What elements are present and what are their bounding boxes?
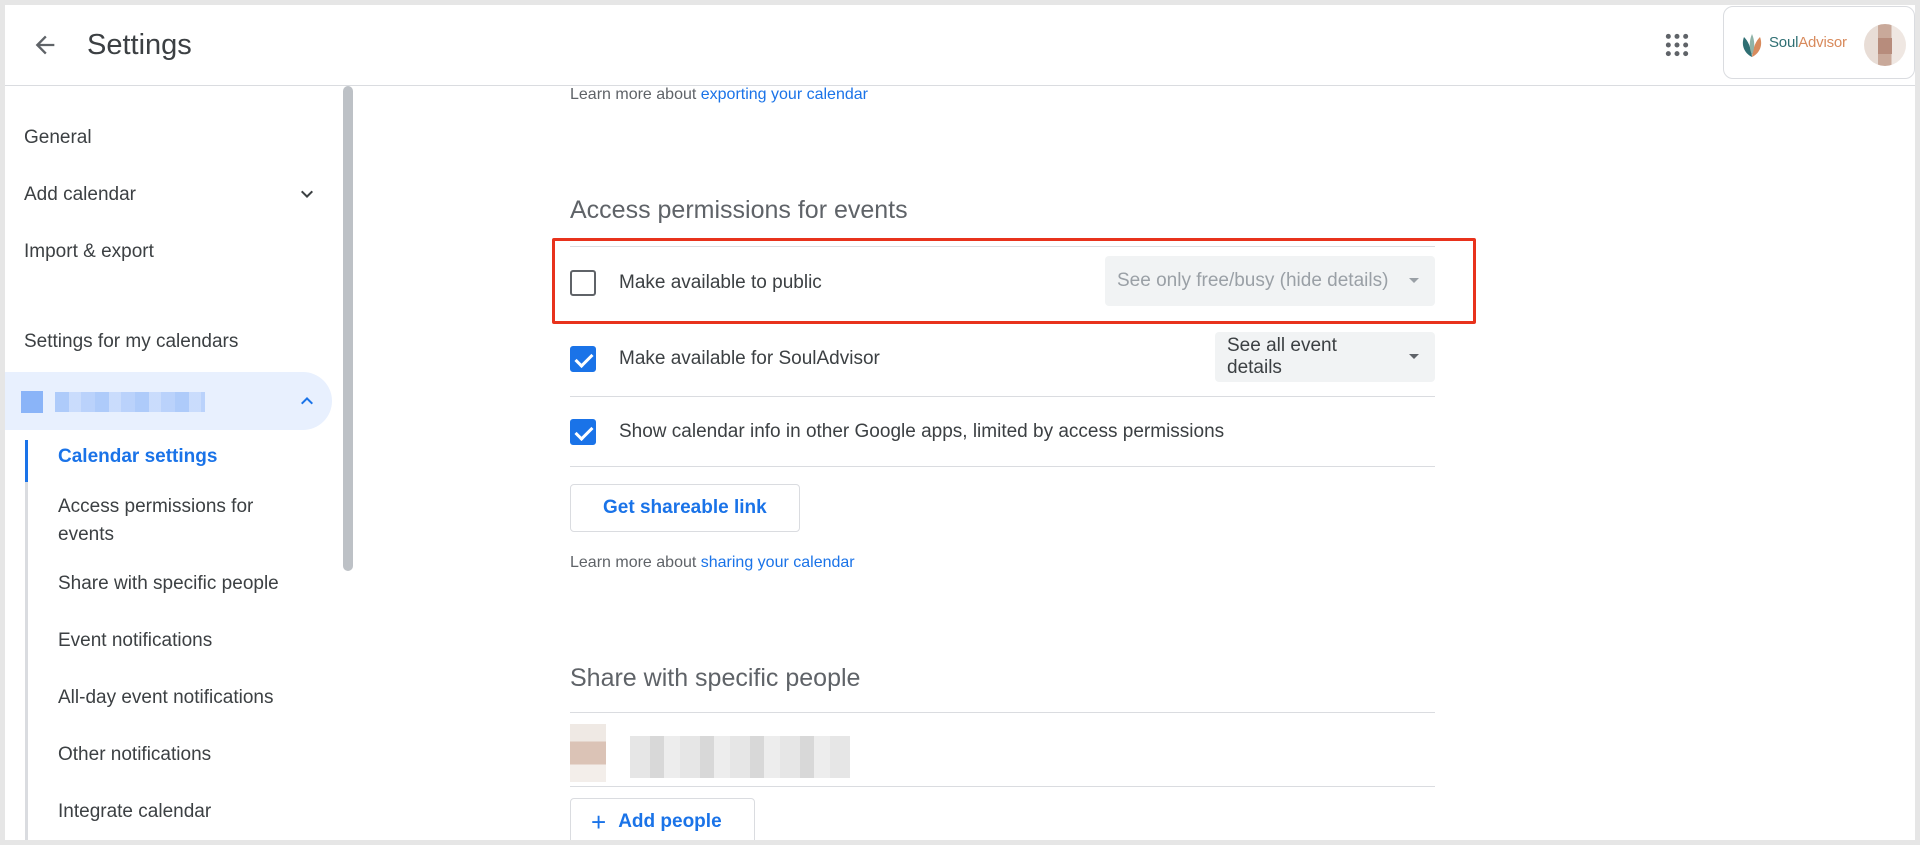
sidebar-section-heading: Settings for my calendars	[24, 331, 239, 352]
sidebar-subitem-integrate-calendar[interactable]: Integrate calendar	[58, 798, 298, 826]
calendar-name-redacted	[55, 392, 205, 412]
add-people-button[interactable]: + Add people	[570, 798, 755, 840]
org-access-row: Make available for SoulAdvisor See all e…	[570, 332, 1435, 384]
export-calendar-link[interactable]: exporting your calendar	[701, 86, 868, 103]
sidebar-subitem-calendar-settings[interactable]: Calendar settings	[58, 443, 298, 471]
org-access-label: Make available for SoulAdvisor	[619, 348, 880, 369]
google-apps-checkbox[interactable]	[570, 419, 596, 445]
sidebar-item-my-calendar[interactable]	[5, 372, 332, 430]
export-learn-more: Learn more about exporting your calendar	[570, 86, 868, 103]
sidebar-subitem-share-specific[interactable]: Share with specific people	[58, 570, 298, 598]
google-apps-button[interactable]	[1655, 23, 1699, 67]
google-apps-label: Show calendar info in other Google apps,…	[619, 421, 1225, 442]
sub-nav-active-indicator	[25, 440, 28, 482]
apps-grid-icon	[1665, 33, 1689, 57]
divider	[570, 396, 1435, 397]
org-access-select[interactable]: See all event details	[1215, 332, 1435, 382]
highlight-box	[552, 238, 1476, 324]
arrow-left-icon	[35, 35, 55, 55]
sidebar-subitem-access-permissions[interactable]: Access permissions for events	[58, 493, 298, 549]
sharing-calendar-link[interactable]: sharing your calendar	[701, 554, 855, 571]
avatar[interactable]	[1864, 24, 1906, 66]
get-shareable-link-button[interactable]: Get shareable link	[570, 484, 800, 532]
sidebar-item-general[interactable]: General	[24, 126, 92, 150]
chevron-down-icon[interactable]	[295, 182, 319, 206]
account-switcher[interactable]: SoulAdvisor	[1723, 6, 1915, 79]
sidebar-subitem-other-notifications[interactable]: Other notifications	[58, 741, 298, 769]
sub-nav-track	[25, 440, 28, 840]
settings-sidebar: General Add calendar Import & export Set…	[5, 86, 353, 840]
back-button[interactable]	[23, 23, 67, 67]
top-bar: Settings SoulAdvisor	[5, 5, 1915, 86]
person-name-redacted	[630, 736, 850, 778]
divider	[570, 712, 1435, 713]
share-specific-title: Share with specific people	[570, 664, 861, 692]
page-title: Settings	[87, 29, 192, 61]
google-apps-row: Show calendar info in other Google apps,…	[570, 405, 1435, 457]
brand-name: SoulAdvisor	[1769, 34, 1847, 51]
sidebar-subitem-all-day-notifications[interactable]: All-day event notifications	[58, 684, 298, 712]
avatar	[570, 724, 606, 782]
sidebar-subitem-event-notifications[interactable]: Event notifications	[58, 627, 298, 655]
calendar-color-swatch	[21, 391, 43, 413]
plus-icon: +	[591, 807, 607, 837]
org-access-checkbox[interactable]	[570, 346, 596, 372]
divider	[570, 786, 1435, 787]
dropdown-caret-icon	[1409, 354, 1419, 359]
sidebar-item-add-calendar[interactable]: Add calendar	[24, 183, 136, 207]
divider	[570, 466, 1435, 467]
sharing-learn-more: Learn more about sharing your calendar	[570, 554, 855, 571]
chevron-up-icon[interactable]	[295, 389, 319, 413]
settings-main: Learn more about exporting your calendar…	[350, 86, 1915, 840]
access-permissions-title: Access permissions for events	[570, 196, 908, 224]
sidebar-item-import-export[interactable]: Import & export	[24, 240, 154, 264]
soul-advisor-logo-icon	[1742, 34, 1762, 57]
